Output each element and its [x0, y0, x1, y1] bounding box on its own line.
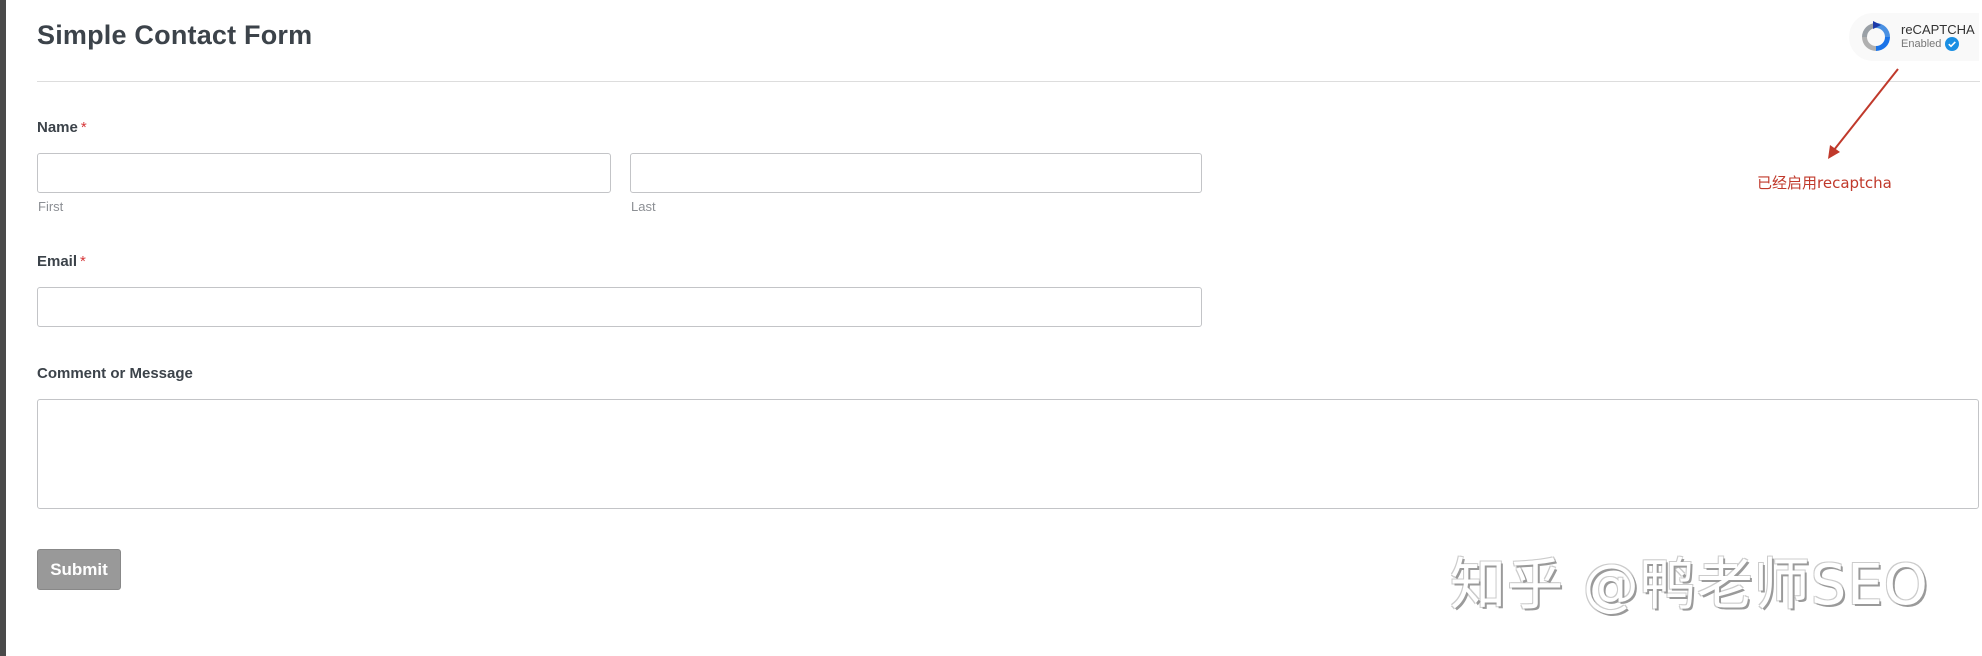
recaptcha-name: reCAPTCHA — [1901, 22, 1975, 37]
email-label: Email * — [37, 253, 86, 270]
recaptcha-badge[interactable]: reCAPTCHA Enabled — [1849, 13, 1979, 61]
email-required-mark: * — [80, 253, 86, 270]
annotation-text: 已经启用recaptcha — [1757, 174, 1892, 192]
last-name-input[interactable] — [630, 153, 1202, 193]
form-title: Simple Contact Form — [37, 20, 313, 50]
email-input[interactable] — [37, 287, 1202, 327]
verified-check-icon — [1945, 37, 1960, 51]
watermark-text: 知乎 @鸭老师SEO — [1450, 553, 1929, 618]
annotation-arrow-icon — [1828, 68, 1899, 159]
email-label-text: Email — [37, 253, 78, 270]
name-label: Name * — [37, 119, 87, 136]
left-border-bar — [0, 0, 6, 656]
first-name-input[interactable] — [37, 153, 611, 193]
title-divider — [37, 81, 1980, 82]
name-label-text: Name — [37, 119, 78, 136]
recaptcha-status: Enabled — [1901, 37, 1975, 51]
message-textarea[interactable] — [37, 399, 1979, 509]
recaptcha-logo-icon — [1862, 21, 1890, 51]
recaptcha-status-label: Enabled — [1901, 38, 1942, 50]
submit-button[interactable]: Submit — [37, 549, 121, 590]
name-required-mark: * — [80, 119, 87, 136]
last-name-sublabel: Last — [631, 199, 656, 214]
first-name-sublabel: First — [38, 199, 64, 214]
message-label: Comment or Message — [37, 365, 193, 382]
recaptcha-text: reCAPTCHA Enabled — [1901, 23, 1975, 51]
